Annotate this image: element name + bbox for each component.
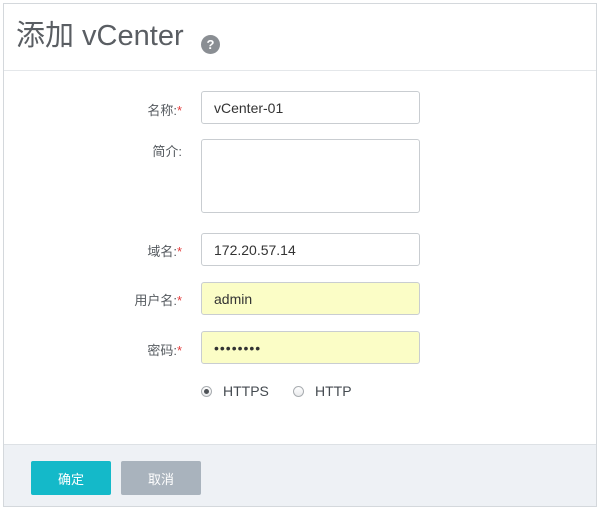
required-marker: *: [176, 293, 182, 308]
name-label: 名称:*: [104, 100, 182, 119]
cancel-button[interactable]: 取消: [121, 461, 201, 495]
confirm-button[interactable]: 确定: [31, 461, 111, 495]
radio-checked-icon: [201, 385, 212, 397]
required-marker: *: [176, 244, 182, 259]
domain-label: 域名:*: [104, 241, 182, 260]
radio-https[interactable]: HTTPS: [201, 382, 269, 400]
add-vcenter-dialog: 添加 vCenter ? 名称:* 简介: 域名:* 用户名:* 密码:* HT…: [3, 3, 597, 507]
radio-unchecked-icon: [293, 385, 304, 397]
radio-https-label: HTTPS: [223, 383, 269, 399]
description-label: 简介:: [104, 141, 182, 160]
radio-http[interactable]: HTTP: [293, 382, 352, 400]
dialog-title: 添加 vCenter: [16, 20, 184, 52]
password-label: 密码:*: [104, 340, 182, 359]
name-input[interactable]: [201, 91, 420, 124]
domain-input[interactable]: [201, 233, 420, 266]
name-label-text: 名称:: [147, 103, 177, 118]
password-label-text: 密码:: [147, 343, 177, 358]
username-input[interactable]: [201, 282, 420, 315]
radio-http-label: HTTP: [315, 383, 352, 399]
username-label: 用户名:*: [104, 290, 182, 309]
question-circle-icon[interactable]: ?: [201, 35, 220, 54]
description-textarea[interactable]: [201, 139, 420, 213]
description-label-text: 简介:: [152, 144, 182, 159]
dialog-header: 添加 vCenter ?: [4, 4, 596, 71]
required-marker: *: [176, 103, 182, 118]
required-marker: *: [176, 343, 182, 358]
dialog-footer: 确定 取消: [4, 444, 596, 506]
username-label-text: 用户名:: [134, 293, 177, 308]
domain-label-text: 域名:: [147, 244, 177, 259]
password-input[interactable]: [201, 331, 420, 364]
